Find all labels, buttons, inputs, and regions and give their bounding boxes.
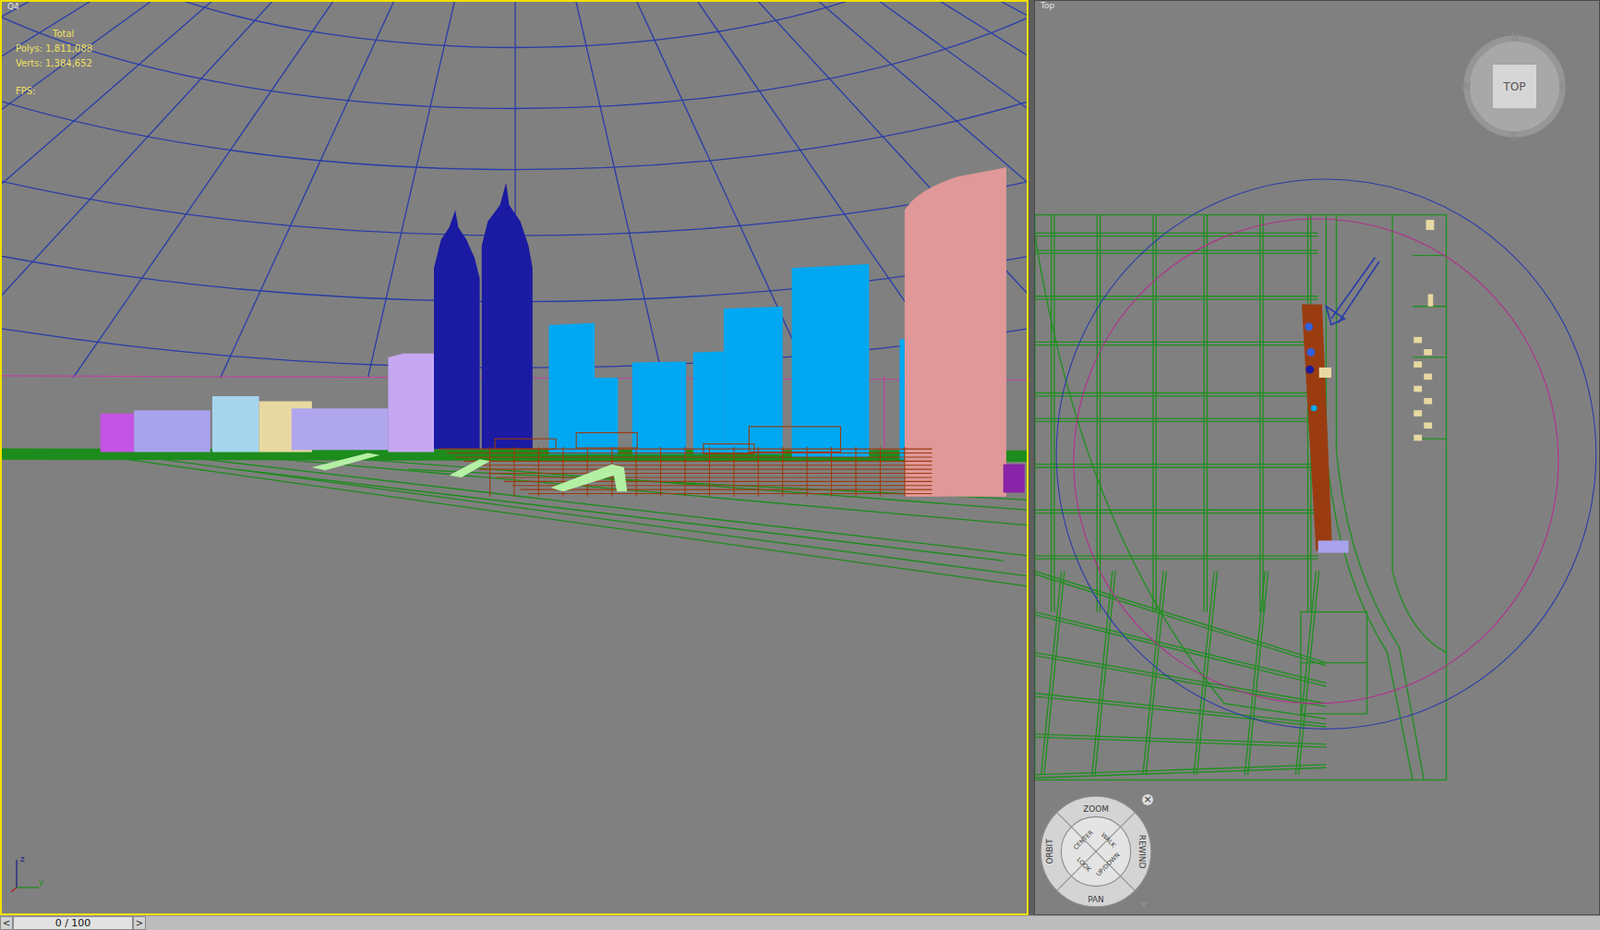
navigation-wheel[interactable]: ZOOM REWIND PAN ORBIT CENTERWALK UP/DOWNLOOK × — [1038, 793, 1154, 909]
svg-text:z: z — [20, 854, 25, 864]
stats-fps: FPS: — [15, 84, 93, 99]
wheel-item[interactable]: WALK — [1099, 830, 1118, 849]
wheel-item[interactable]: LOOK — [1075, 855, 1094, 874]
time-thumb[interactable]: <0 / 100> — [0, 915, 146, 930]
wheel-item[interactable]: ZOOM — [1082, 804, 1109, 814]
compass-letter[interactable]: S — [1511, 130, 1519, 144]
street-grid — [1034, 215, 1447, 781]
top-map[interactable]: TOP N E S W — [1034, 0, 1600, 915]
viewport-area: Q4 TotalPolys: 1,811,088Verts: 1,384,652 F… — [0, 0, 1600, 915]
next-frame-button[interactable]: > — [132, 915, 146, 930]
prev-frame-button[interactable]: < — [0, 915, 13, 930]
stairs — [312, 453, 627, 493]
svg-text:y: y — [38, 877, 45, 887]
buildings — [100, 167, 1025, 497]
axis-gizmo-icon: zy — [7, 852, 49, 893]
right-buildings — [1413, 219, 1434, 441]
wheel-item[interactable]: REWIND — [1137, 834, 1147, 869]
compass-letter[interactable]: N — [1510, 30, 1519, 44]
wheel-close-button[interactable]: × — [1142, 793, 1154, 806]
site-strip — [1301, 304, 1349, 554]
stats-line: Verts: 1,384,652 — [15, 56, 93, 72]
camera-icon[interactable] — [1325, 257, 1379, 325]
compass-letter[interactable]: E — [1560, 80, 1568, 94]
time-track[interactable]: <0 / 100> — [0, 915, 1600, 930]
range-circles — [1056, 179, 1597, 729]
compass-letter[interactable]: W — [1460, 80, 1472, 94]
perspective-scene[interactable] — [1, 1, 1027, 914]
time-slider-bar: <0 / 100> — [0, 914, 1600, 930]
wheel-item[interactable]: ORBIT — [1045, 838, 1055, 865]
stats-line: Polys: 1,811,088 — [15, 41, 93, 57]
wheel-item[interactable]: CENTER — [1071, 828, 1095, 852]
viewcube-face[interactable] — [1491, 63, 1538, 109]
wheel-item[interactable]: UP/DOWN — [1094, 851, 1122, 879]
wheel-item[interactable]: PAN — [1087, 894, 1104, 904]
perspective-viewport[interactable]: Q4 TotalPolys: 1,811,088Verts: 1,384,652 F… — [0, 0, 1029, 915]
pavilion-frames — [439, 426, 933, 497]
stats-panel: TotalPolys: 1,811,088Verts: 1,384,652 FPS… — [15, 26, 93, 99]
svg-text:TOP: TOP — [1502, 80, 1526, 94]
viewport-label[interactable]: Top — [1040, 0, 1055, 12]
top-viewport[interactable]: TOP N E S W Top ZOOM REWIND PAN ORBIT CENTERWALK UP… — [1034, 0, 1600, 915]
stats-title: Total — [15, 26, 93, 42]
frame-counter: 0 / 100 — [12, 915, 133, 930]
viewcube[interactable]: TOP N E S W — [1460, 30, 1568, 144]
viewport-label[interactable]: Q4 — [7, 1, 20, 13]
wheel-menu-icon[interactable] — [1141, 902, 1148, 906]
app: Q4 TotalPolys: 1,811,088Verts: 1,384,652 F… — [0, 0, 1600, 930]
wheel-drawing[interactable]: ZOOM REWIND PAN ORBIT CENTERWALK UP/DOWNLOOK — [1038, 793, 1154, 909]
